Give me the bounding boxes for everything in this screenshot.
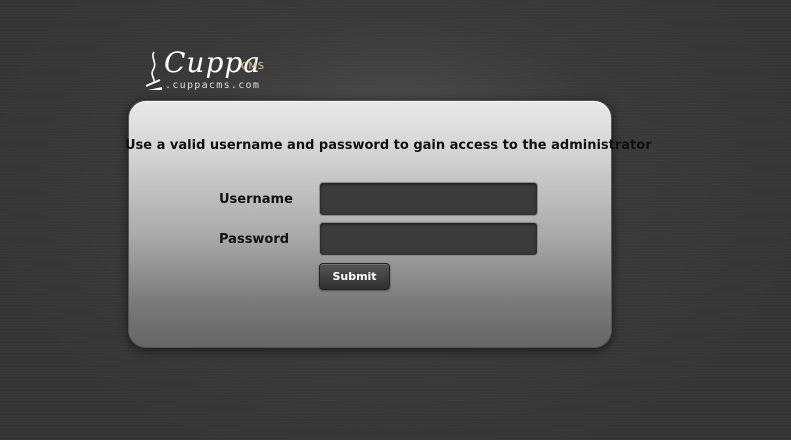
password-label: Password <box>219 232 290 247</box>
login-panel: Use a valid username and password to gai… <box>125 100 652 348</box>
cuppa-cms-logo: Cuppa CMS .cuppacms.com <box>140 46 280 96</box>
logo-suffix: CMS <box>241 61 265 72</box>
login-instructions: Use a valid username and password to gai… <box>125 138 652 153</box>
username-input[interactable] <box>319 182 538 216</box>
coffee-steam-icon <box>145 51 162 90</box>
username-label: Username <box>219 192 293 207</box>
password-input[interactable] <box>319 222 538 256</box>
logo-url: .cuppacms.com <box>165 80 261 91</box>
submit-button[interactable]: Submit <box>319 263 390 290</box>
